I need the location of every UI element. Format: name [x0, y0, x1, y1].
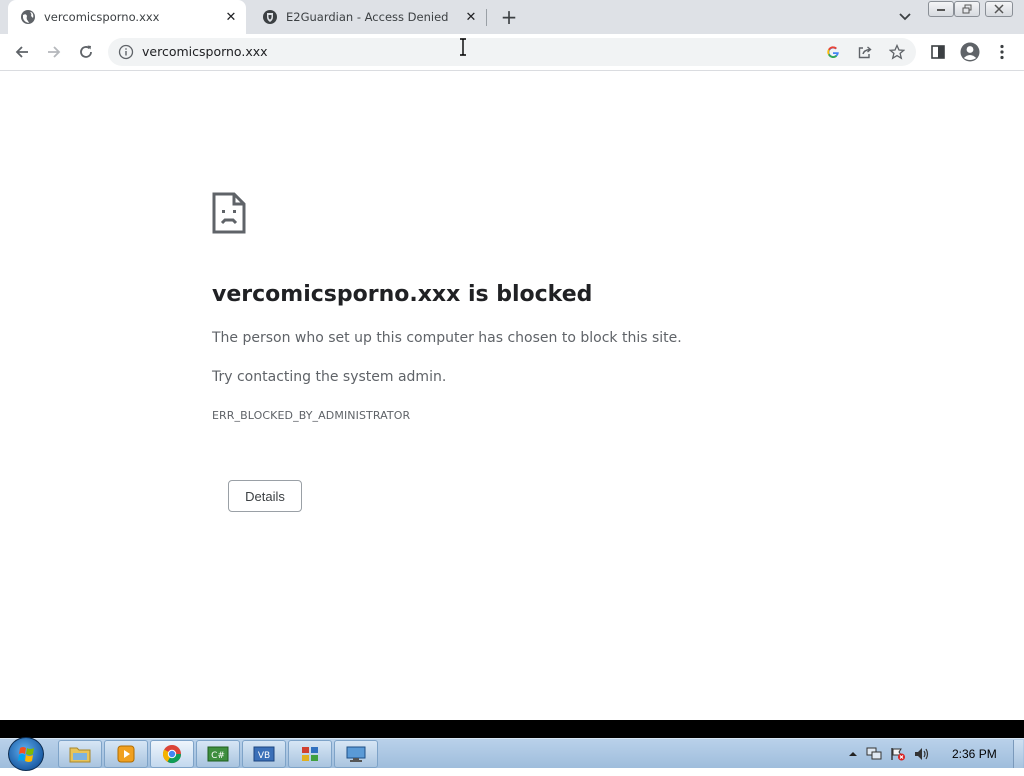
- restore-icon[interactable]: [954, 1, 980, 17]
- chrome-icon[interactable]: [150, 740, 194, 768]
- tab-title: E2Guardian - Access Denied: [286, 10, 449, 24]
- remote-desktop-icon[interactable]: [334, 740, 378, 768]
- vb-app-icon[interactable]: VB: [242, 740, 286, 768]
- csharp-app-icon[interactable]: C#: [196, 740, 240, 768]
- action-center-flag-icon[interactable]: [890, 747, 906, 761]
- media-player-icon[interactable]: [104, 740, 148, 768]
- network-icon[interactable]: [866, 747, 882, 761]
- reload-icon[interactable]: [74, 40, 98, 64]
- globe-icon: [21, 10, 35, 24]
- control-panel-icon[interactable]: [288, 740, 332, 768]
- kebab-menu-icon[interactable]: [990, 40, 1014, 64]
- tab-vercomicsporno[interactable]: vercomicsporno.xxx ✕: [8, 0, 246, 34]
- address-bar[interactable]: vercomicsporno.xxx: [108, 38, 916, 66]
- error-title: vercomicsporno.xxx is blocked: [212, 282, 593, 307]
- tab-close-icon[interactable]: ✕: [462, 8, 480, 26]
- error-message: The person who set up this computer has …: [212, 330, 682, 346]
- info-icon[interactable]: [118, 44, 134, 60]
- error-suggestion: Try contacting the system admin.: [212, 369, 447, 385]
- forward-arrow-icon[interactable]: [42, 40, 66, 64]
- svg-text:VB: VB: [258, 751, 270, 761]
- tab-close-icon[interactable]: ✕: [222, 8, 240, 26]
- text-cursor-icon: [460, 38, 466, 56]
- e2guardian-shield-icon: [263, 10, 277, 24]
- url-text[interactable]: vercomicsporno.xxx: [142, 44, 268, 59]
- google-g-icon[interactable]: [824, 43, 842, 61]
- file-explorer-icon[interactable]: [58, 740, 102, 768]
- show-desktop-button[interactable]: [1013, 740, 1023, 768]
- windows-taskbar: C# VB 2:36 PM: [0, 737, 1024, 771]
- back-arrow-icon[interactable]: [10, 40, 34, 64]
- tab-e2guardian[interactable]: E2Guardian - Access Denied ✕: [250, 0, 486, 34]
- windows-start-orb-icon[interactable]: [8, 737, 44, 771]
- minimize-icon[interactable]: [928, 1, 954, 17]
- svg-text:C#: C#: [211, 751, 225, 761]
- volume-icon[interactable]: [914, 747, 930, 761]
- share-icon[interactable]: [856, 43, 874, 61]
- details-button[interactable]: Details: [228, 480, 302, 512]
- taskbar-clock[interactable]: 2:36 PM: [952, 747, 997, 761]
- browser-toolbar: vercomicsporno.xxx: [0, 34, 1024, 71]
- show-hidden-icons-arrow[interactable]: [845, 747, 861, 761]
- tab-separator: [486, 9, 487, 26]
- tab-title: vercomicsporno.xxx: [44, 10, 160, 24]
- bookmark-star-icon[interactable]: [888, 43, 906, 61]
- window-close-icon[interactable]: [985, 1, 1013, 17]
- new-tab-plus-icon[interactable]: +: [498, 5, 520, 29]
- tab-search-chevron-down-icon[interactable]: [895, 8, 915, 26]
- error-page: vercomicsporno.xxx is blocked The person…: [0, 71, 1024, 720]
- tab-strip: vercomicsporno.xxx ✕ E2Guardian - Access…: [0, 0, 1024, 34]
- screen-bottom-bar: [0, 720, 1024, 738]
- side-panel-icon[interactable]: [926, 40, 950, 64]
- sad-document-icon: [212, 192, 246, 234]
- profile-avatar-icon[interactable]: [958, 40, 982, 64]
- error-code: ERR_BLOCKED_BY_ADMINISTRATOR: [212, 409, 411, 422]
